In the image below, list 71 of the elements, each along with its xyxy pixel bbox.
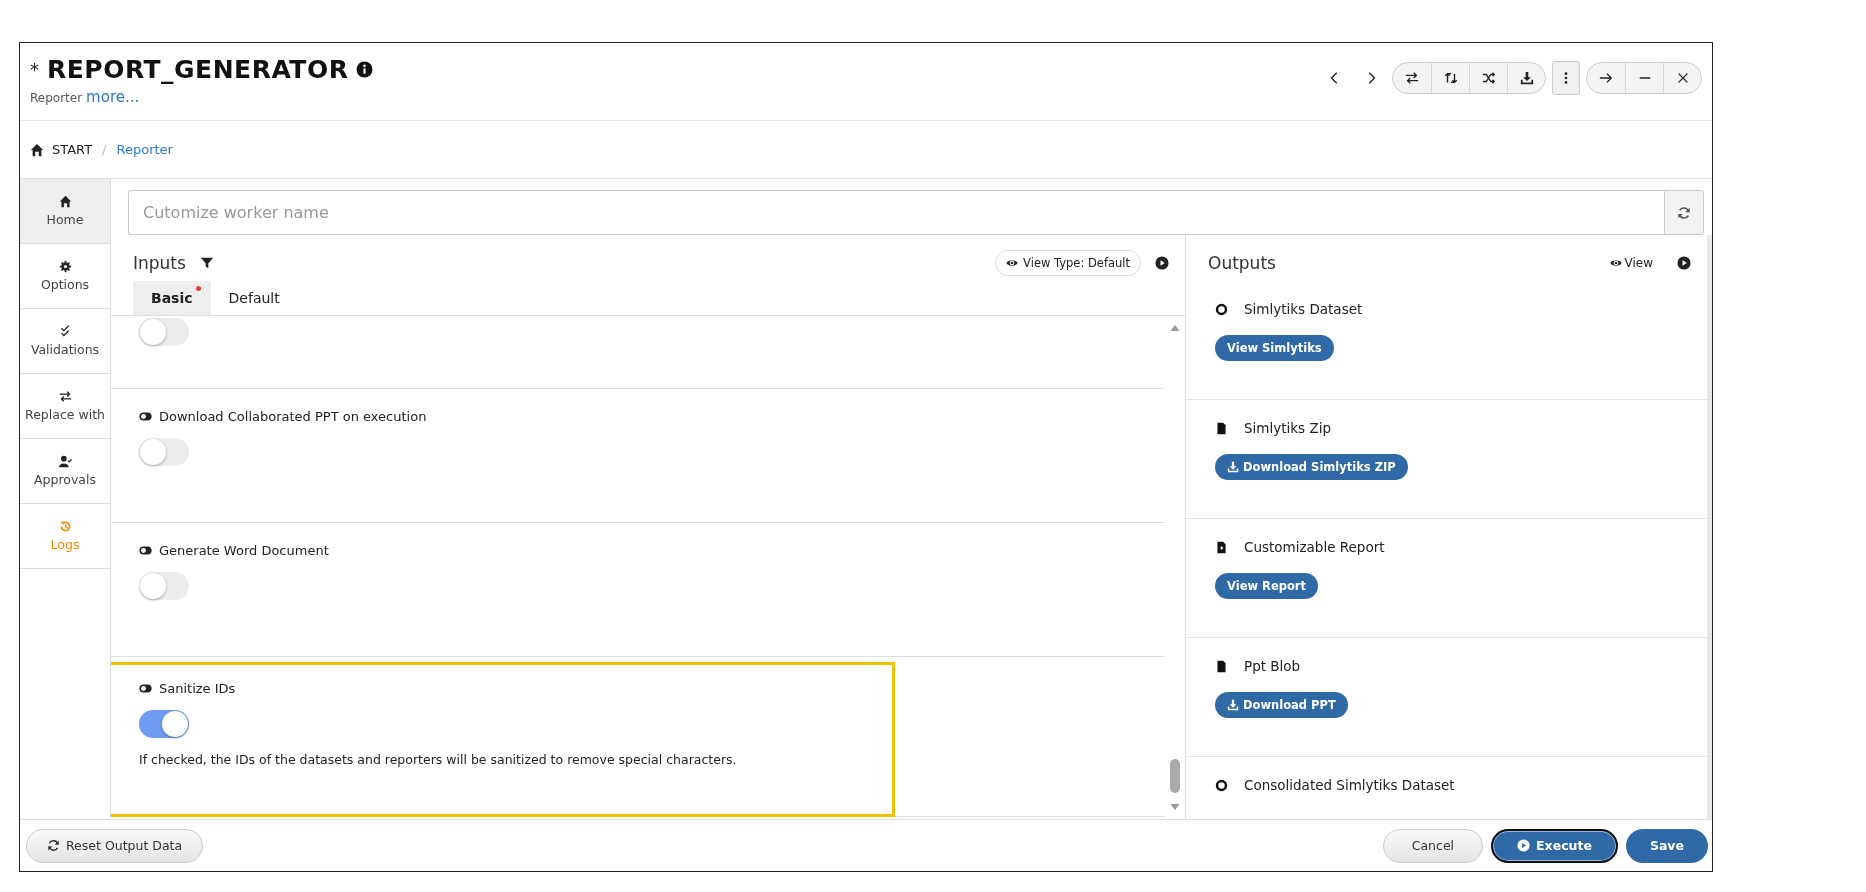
file-icon <box>1215 659 1228 673</box>
download-icon <box>1519 71 1534 85</box>
field-description: If checked, the IDs of the datasets and reporters will be sanitized to remove special characters. <box>139 752 738 767</box>
file-play-icon <box>1215 540 1228 554</box>
field-label: Generate Word Document <box>159 543 329 558</box>
ring-icon <box>1215 302 1228 316</box>
output-button[interactable]: View Simlytiks <box>1215 335 1334 361</box>
worker-name-field[interactable]: Cutomize worker name <box>128 190 1664 235</box>
double-check-icon <box>58 325 72 338</box>
info-icon <box>356 61 374 78</box>
toggle-switch[interactable] <box>139 710 189 738</box>
toggle-switch[interactable] <box>139 572 189 600</box>
output-label: Simlytiks Dataset <box>1244 301 1363 317</box>
breadcrumb-link[interactable]: START <box>30 142 93 157</box>
swap-arrows-icon <box>58 390 72 403</box>
view-type-button[interactable]: View Type: Default <box>995 250 1141 276</box>
tab[interactable]: Basic <box>133 281 211 315</box>
toggle-switch[interactable] <box>139 318 189 346</box>
user-check-icon <box>58 455 72 468</box>
history-icon <box>58 520 72 533</box>
execute-button[interactable]: Execute <box>1491 828 1618 863</box>
toggle-switch[interactable] <box>139 438 189 466</box>
gear-icon <box>58 260 72 273</box>
toggle-icon <box>139 544 152 557</box>
download-icon <box>1227 699 1239 711</box>
eye-icon <box>1006 257 1019 269</box>
refresh-icon <box>47 839 60 852</box>
refresh-icon <box>1677 205 1691 220</box>
run-button[interactable] <box>1153 254 1171 272</box>
output-label: Ppt Blob <box>1244 658 1301 674</box>
eye-icon <box>1609 257 1622 269</box>
save-button[interactable]: Save <box>1625 828 1708 863</box>
toggle-icon <box>139 682 152 695</box>
arrow-right-icon <box>1599 71 1613 85</box>
field-label: Sanitize IDs <box>159 681 236 696</box>
swap-arrows-icon <box>1405 71 1419 85</box>
field-label: Download Collaborated PPT on execution <box>159 409 427 424</box>
ring-icon <box>1215 778 1228 792</box>
play-circle-icon <box>1677 256 1691 270</box>
tab[interactable]: Default <box>210 281 298 315</box>
outputs-title: Outputs <box>1208 253 1276 273</box>
breadcrumb-link[interactable]: Reporter <box>116 142 173 157</box>
view-button[interactable]: View <box>1609 256 1663 270</box>
play-circle-icon <box>1155 256 1169 270</box>
reset-output-button[interactable]: Reset Output Data <box>26 828 204 863</box>
play-circle-icon <box>1517 839 1531 852</box>
loop-arrows-icon <box>1443 71 1458 85</box>
download-icon <box>1227 461 1239 473</box>
toggle-icon <box>139 410 152 423</box>
filter-icon <box>199 256 214 270</box>
breadcrumb-separator: / <box>102 142 107 157</box>
refresh-button[interactable] <box>1664 190 1704 235</box>
output-label: Consolidated Simlytiks Dataset <box>1244 777 1455 793</box>
output-button[interactable]: Download PPT <box>1215 692 1348 718</box>
home-icon <box>30 142 44 157</box>
home-icon <box>58 195 72 208</box>
output-button[interactable]: View Report <box>1215 573 1319 599</box>
scrollbar-thumb[interactable] <box>1170 759 1180 793</box>
cancel-button[interactable]: Cancel <box>1382 828 1484 863</box>
shuffle-icon <box>1481 71 1496 85</box>
file-icon <box>1215 421 1228 435</box>
output-label: Simlytiks Zip <box>1244 420 1331 436</box>
inputs-title: Inputs <box>133 253 186 273</box>
modified-mark: * <box>30 59 39 80</box>
window-subtitle: Reporter <box>30 91 83 105</box>
window-title: REPORT_GENERATOR <box>47 55 349 84</box>
output-label: Customizable Report <box>1244 539 1385 555</box>
sidebar-item[interactable]: Home <box>20 179 110 244</box>
output-button[interactable]: Download Simlytiks ZIP <box>1215 454 1408 480</box>
more-link[interactable]: more... <box>86 88 140 106</box>
run-button[interactable] <box>1675 254 1693 272</box>
